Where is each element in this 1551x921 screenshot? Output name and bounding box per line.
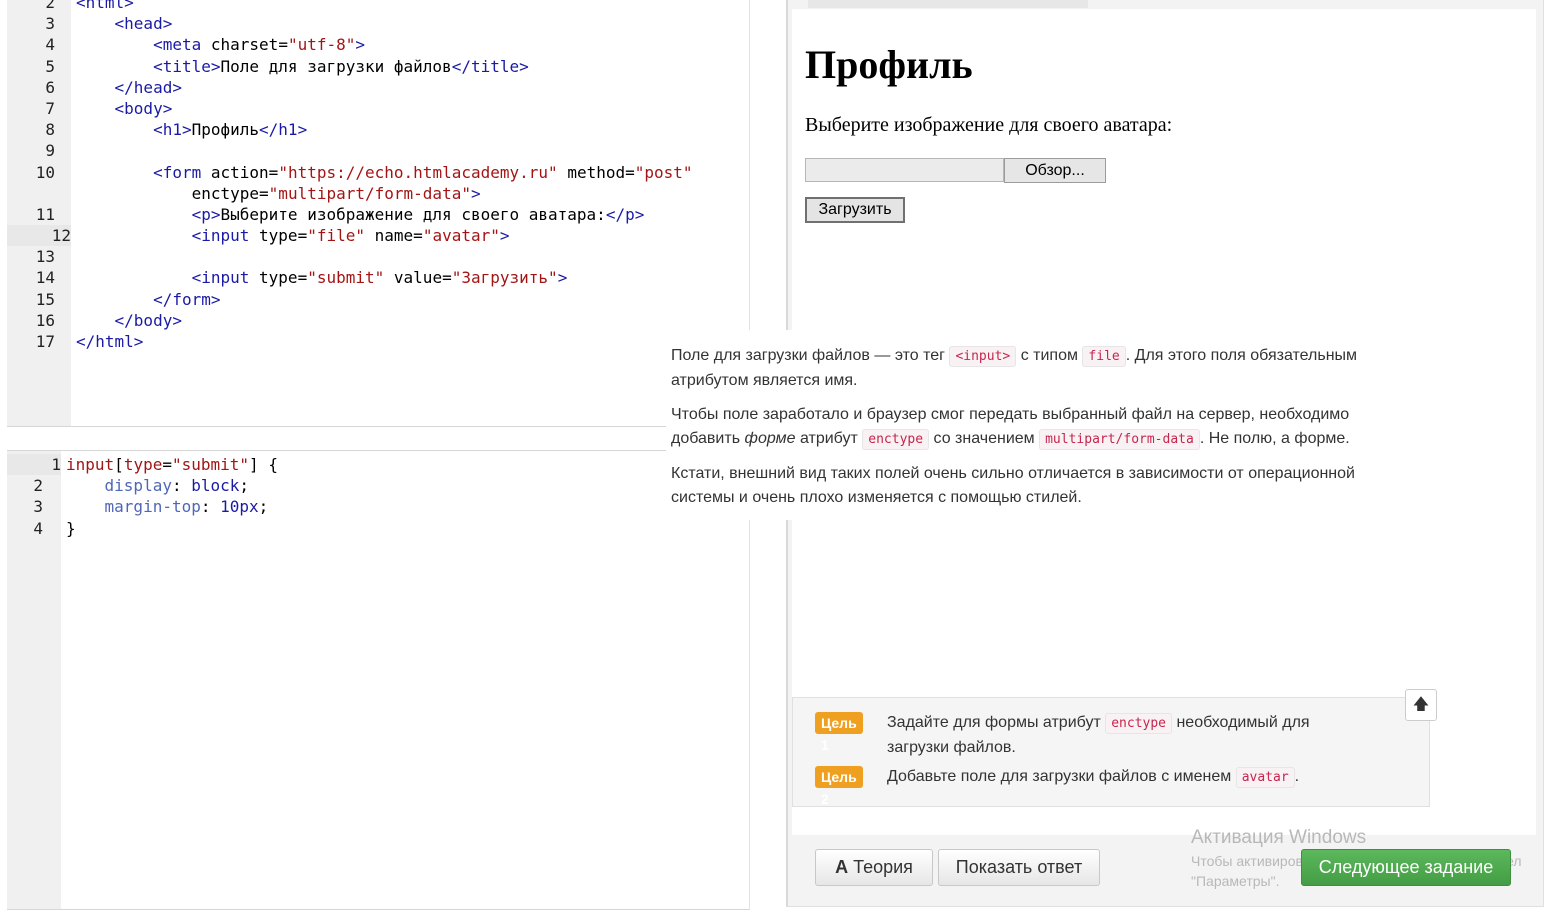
preview-heading: Профиль	[805, 42, 973, 87]
goals-panel: Цель 1 Задайте для формы атрибут enctype…	[792, 697, 1430, 807]
line-number: 5	[45, 56, 55, 76]
preview-tab-strip	[808, 0, 1088, 8]
inline-code: avatar	[1235, 767, 1295, 788]
css-code-lines[interactable]: 1 input[type="submit"] {2 display: block;…	[7, 454, 749, 539]
code-line[interactable]: 9	[7, 140, 749, 161]
goal-text: Задайте для формы атрибут enctype необхо…	[887, 713, 1310, 756]
line-code[interactable]: <title>Поле для загрузки файлов</title>	[76, 56, 529, 77]
inline-code: enctype	[862, 429, 930, 450]
line-number: 11	[35, 204, 55, 224]
line-number: 13	[35, 247, 55, 267]
theory-paragraph-2: Чтобы поле заработало и браузер смог пер…	[671, 403, 1421, 452]
inline-code: enctype	[1105, 713, 1173, 734]
code-line[interactable]: 3 <head>	[7, 13, 749, 34]
line-code[interactable]: <body>	[76, 98, 173, 119]
upload-button[interactable]: Загрузить	[805, 197, 905, 223]
line-code[interactable]: <html>	[76, 0, 134, 13]
html-code-editor[interactable]: 2 <html> 3 <head> 4 <meta charset="utf-8"> 5…	[7, 0, 750, 427]
next-task-button[interactable]: Следующее задание	[1301, 849, 1511, 886]
browse-button[interactable]: Обзор...	[1004, 158, 1106, 183]
line-code[interactable]: display: block;	[66, 475, 250, 496]
line-number: 9	[45, 141, 55, 161]
file-input-field[interactable]	[805, 158, 1004, 182]
line-code[interactable]: </form>	[76, 289, 220, 310]
goal-badge: Цель 2	[815, 766, 863, 807]
code-line[interactable]: 7 <body>	[7, 98, 749, 119]
code-line[interactable]: 4}	[7, 518, 749, 539]
code-line[interactable]: 13	[7, 246, 749, 267]
line-code[interactable]: input[type="submit"] {	[66, 454, 278, 475]
theory-paragraph-3: Кстати, внешний вид таких полей очень си…	[671, 465, 1355, 506]
line-number: 17	[35, 332, 55, 351]
code-line[interactable]: 10 <form action="https://echo.htmlacadem…	[7, 162, 749, 183]
code-line[interactable]: 2 <html>	[7, 0, 749, 13]
watermark-title: Активация Windows	[1191, 827, 1367, 848]
code-line[interactable]: 3 margin-top: 10px;	[7, 496, 749, 517]
theory-button-label: Теория	[853, 857, 913, 877]
line-code[interactable]: <h1>Профиль</h1>	[76, 119, 307, 140]
theory-button[interactable]: А Теория	[815, 849, 933, 886]
code-line[interactable]: 17 </html>	[7, 331, 749, 352]
line-number: 6	[45, 77, 55, 97]
line-code[interactable]: </html>	[76, 331, 143, 352]
line-number: 7	[45, 98, 55, 118]
html-code-lines[interactable]: 2 <html> 3 <head> 4 <meta charset="utf-8"> 5…	[7, 0, 749, 352]
preview-prompt: Выберите изображение для своего аватара:	[805, 114, 1173, 136]
code-line[interactable]: 6 </head>	[7, 77, 749, 98]
line-number: 15	[35, 289, 55, 309]
line-code[interactable]: </body>	[76, 310, 182, 331]
line-code[interactable]: <p>Выберите изображение для своего авата…	[76, 204, 645, 225]
goal-badge: Цель 1	[815, 712, 863, 753]
line-code[interactable]: </head>	[76, 77, 182, 98]
line-code[interactable]: <input type="submit" value="Загрузить">	[76, 267, 568, 288]
code-line[interactable]: 14 <input type="submit" value="Загрузить…	[7, 267, 749, 288]
line-code[interactable]: enctype="multipart/form-data">	[76, 183, 481, 204]
code-line[interactable]: 8 <h1>Профиль</h1>	[7, 119, 749, 140]
goal-text: Добавьте поле для загрузки файлов с имен…	[887, 765, 1367, 790]
line-code[interactable]: margin-top: 10px;	[66, 496, 269, 517]
inline-code: <input>	[949, 346, 1017, 367]
line-number: 14	[35, 268, 55, 288]
code-line[interactable]: 1 input[type="submit"] {	[7, 454, 749, 476]
code-line[interactable]: 11 <p>Выберите изображение для своего ав…	[7, 204, 749, 225]
inline-code: file	[1082, 346, 1126, 367]
code-line[interactable]: enctype="multipart/form-data">	[7, 183, 749, 204]
code-line[interactable]: 2 display: block;	[7, 475, 749, 496]
line-number: 2	[45, 0, 55, 12]
show-answer-button[interactable]: Показать ответ	[938, 849, 1100, 886]
line-code[interactable]: <form action="https://echo.htmlacademy.r…	[76, 162, 692, 183]
line-number: 2	[33, 476, 43, 496]
css-code-editor[interactable]: 1 input[type="submit"] {2 display: block;…	[7, 450, 750, 910]
theory-paragraph-1: Поле для загрузки файлов — это тег <inpu…	[671, 346, 1358, 389]
inline-code: multipart/form-data	[1039, 429, 1200, 450]
code-line[interactable]: 12 <input type="file" name="avatar">	[7, 225, 749, 247]
collapse-button[interactable]: 🡅	[1405, 689, 1437, 721]
line-code[interactable]: <head>	[76, 13, 173, 34]
code-line[interactable]: 15 </form>	[7, 289, 749, 310]
line-number: 3	[33, 497, 43, 517]
line-number: 4	[33, 518, 43, 538]
line-number: 4	[45, 35, 55, 55]
line-number: 12	[7, 225, 71, 247]
line-number: 8	[45, 120, 55, 140]
theory-popover: Поле для загрузки файлов — это тег <inpu…	[666, 330, 1426, 520]
line-number: 10	[35, 162, 55, 182]
line-code[interactable]: <meta charset="utf-8">	[76, 34, 365, 55]
theory-icon: А	[835, 857, 849, 877]
line-code[interactable]: }	[66, 518, 76, 539]
line-code[interactable]: <input type="file" name="avatar">	[76, 225, 510, 246]
line-number: 16	[35, 310, 55, 330]
code-line[interactable]: 5 <title>Поле для загрузки файлов</title…	[7, 56, 749, 77]
line-number: 1	[7, 454, 61, 476]
code-line[interactable]: 4 <meta charset="utf-8">	[7, 34, 749, 55]
code-line[interactable]: 16 </body>	[7, 310, 749, 331]
line-number: 3	[45, 14, 55, 34]
arrow-up-icon: 🡅	[1412, 696, 1430, 713]
